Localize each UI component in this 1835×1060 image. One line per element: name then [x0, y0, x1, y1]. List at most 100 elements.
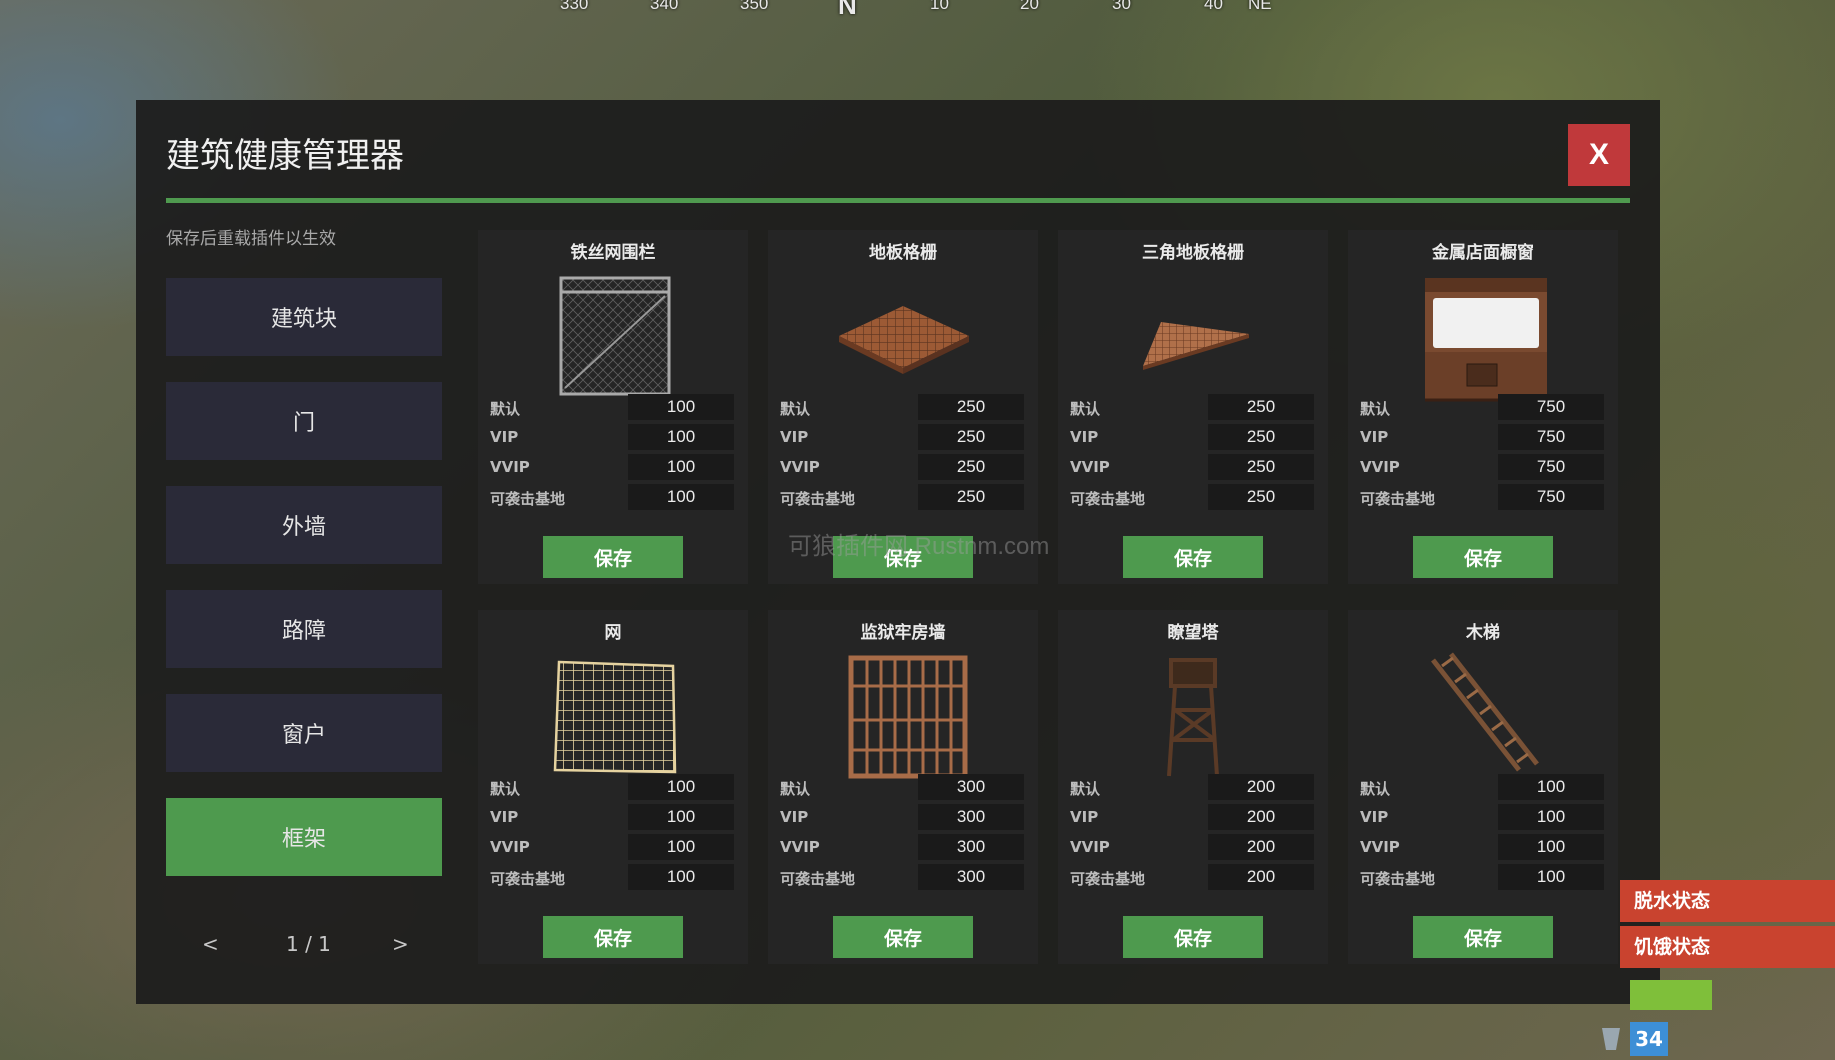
- compass-tick: 340: [650, 0, 679, 13]
- default-health-input[interactable]: 100: [628, 394, 734, 420]
- default-health-input[interactable]: 200: [1208, 774, 1314, 800]
- default-health-input[interactable]: 100: [628, 774, 734, 800]
- prison-cell-wall-icon: [848, 655, 968, 779]
- vip-health-input[interactable]: 200: [1208, 804, 1314, 830]
- default-health-input[interactable]: 250: [918, 394, 1024, 420]
- stat-label-vip: VIP: [1360, 808, 1389, 826]
- item-title: 网: [604, 623, 622, 643]
- item-title: 金属店面橱窗: [1432, 243, 1534, 263]
- sidebar-item-building-blocks[interactable]: 建筑块: [166, 278, 442, 356]
- default-health-input[interactable]: 250: [1208, 394, 1314, 420]
- triangle-floor-grill-icon: [1143, 322, 1249, 370]
- metal-shop-front-icon: [1425, 278, 1547, 402]
- stat-label-default: 默认: [1070, 780, 1101, 798]
- stat-label-vvip: VVIP: [1070, 838, 1110, 856]
- floor-grill-icon: [839, 306, 969, 374]
- save-button[interactable]: 保存: [543, 536, 683, 578]
- raidable-health-input[interactable]: 100: [628, 864, 734, 890]
- vvip-health-input[interactable]: 100: [628, 834, 734, 860]
- stat-label-raidable: 可袭击基地: [1360, 490, 1436, 508]
- save-button[interactable]: 保存: [1413, 536, 1553, 578]
- stat-label-default: 默认: [1070, 400, 1101, 418]
- compass-tick: NE: [1248, 0, 1272, 13]
- stat-label-default: 默认: [1360, 780, 1391, 798]
- stat-label-default: 默认: [490, 400, 521, 418]
- compass-bar: 330 340 350 N 10 20 30 40 NE: [540, 0, 1300, 24]
- default-health-input[interactable]: 750: [1498, 394, 1604, 420]
- sidebar-item-windows[interactable]: 窗户: [166, 694, 442, 772]
- raidable-health-input[interactable]: 750: [1498, 484, 1604, 510]
- raidable-health-input[interactable]: 100: [628, 484, 734, 510]
- item-card: 铁丝网围栏 默认 100 VIP 100 VVIP 100 可袭击基地 100 …: [478, 230, 748, 584]
- item-card: 瞭望塔 默认 200 VIP 200 VVIP 200 可袭击基地 200 保存: [1058, 610, 1328, 964]
- save-button[interactable]: 保存: [833, 916, 973, 958]
- stat-label-vvip: VVIP: [490, 458, 530, 476]
- raidable-health-input[interactable]: 200: [1208, 864, 1314, 890]
- vip-health-input[interactable]: 100: [628, 804, 734, 830]
- stat-label-vvip: VVIP: [780, 838, 820, 856]
- item-title: 监狱牢房墙: [860, 623, 946, 643]
- reload-hint: 保存后重载插件以生效: [166, 229, 336, 249]
- building-health-panel: 建筑健康管理器 X 保存后重载插件以生效 建筑块 门 外墙 路障 窗户 框架 <…: [136, 100, 1660, 1004]
- next-page-button[interactable]: >: [392, 932, 409, 956]
- vvip-health-input[interactable]: 200: [1208, 834, 1314, 860]
- stat-label-vvip: VVIP: [1070, 458, 1110, 476]
- vip-health-input[interactable]: 100: [1498, 804, 1604, 830]
- water-cup-icon: [1602, 1028, 1620, 1050]
- item-card: 三角地板格栅 默认 250 VIP 250 VVIP 250 可袭击基地 250…: [1058, 230, 1328, 584]
- default-health-input[interactable]: 300: [918, 774, 1024, 800]
- vvip-health-input[interactable]: 300: [918, 834, 1024, 860]
- vip-health-input[interactable]: 750: [1498, 424, 1604, 450]
- vvip-health-input[interactable]: 750: [1498, 454, 1604, 480]
- item-title: 木梯: [1466, 623, 1500, 643]
- compass-tick: 350: [740, 0, 769, 13]
- wooden-ladder-icon: [1431, 652, 1539, 772]
- close-button[interactable]: X: [1568, 124, 1630, 186]
- stat-label-vip: VIP: [1070, 808, 1099, 826]
- panel-title: 建筑健康管理器: [166, 136, 404, 176]
- vvip-health-input[interactable]: 100: [628, 454, 734, 480]
- save-button[interactable]: 保存: [1413, 916, 1553, 958]
- chainlink-fence-icon: [559, 276, 671, 396]
- compass-tick-north: N: [838, 0, 857, 20]
- stat-label-vvip: VVIP: [1360, 458, 1400, 476]
- item-title: 地板格栅: [869, 243, 937, 263]
- vvip-health-input[interactable]: 250: [1208, 454, 1314, 480]
- stat-label-vip: VIP: [490, 808, 519, 826]
- save-button[interactable]: 保存: [543, 916, 683, 958]
- vip-health-input[interactable]: 250: [1208, 424, 1314, 450]
- stat-label-default: 默认: [490, 780, 521, 798]
- sidebar-item-barricades[interactable]: 路障: [166, 590, 442, 668]
- sidebar-item-frames[interactable]: 框架: [166, 798, 442, 876]
- sidebar-item-doors[interactable]: 门: [166, 382, 442, 460]
- stat-label-raidable: 可袭击基地: [490, 490, 566, 508]
- stat-label-raidable: 可袭击基地: [490, 870, 566, 888]
- save-button[interactable]: 保存: [1123, 536, 1263, 578]
- raidable-health-input[interactable]: 250: [918, 484, 1024, 510]
- compass-tick: 10: [930, 0, 949, 13]
- vvip-health-input[interactable]: 250: [918, 454, 1024, 480]
- raidable-health-input[interactable]: 100: [1498, 864, 1604, 890]
- raidable-health-input[interactable]: 300: [918, 864, 1024, 890]
- stat-label-raidable: 可袭击基地: [1070, 870, 1146, 888]
- save-button[interactable]: 保存: [1123, 916, 1263, 958]
- stat-label-vip: VIP: [780, 428, 809, 446]
- health-bar: [1630, 980, 1712, 1010]
- vvip-health-input[interactable]: 100: [1498, 834, 1604, 860]
- stat-label-raidable: 可袭击基地: [780, 490, 856, 508]
- vip-health-input[interactable]: 250: [918, 424, 1024, 450]
- stat-label-default: 默认: [780, 400, 811, 418]
- vip-health-input[interactable]: 100: [628, 424, 734, 450]
- item-title: 三角地板格栅: [1142, 243, 1244, 263]
- compass-tick: 330: [560, 0, 589, 13]
- stat-label-raidable: 可袭击基地: [1360, 870, 1436, 888]
- vip-health-input[interactable]: 300: [918, 804, 1024, 830]
- stat-label-raidable: 可袭击基地: [780, 870, 856, 888]
- netting-icon: [553, 660, 677, 774]
- hunger-status-bar: 饥饿状态: [1620, 926, 1835, 968]
- sidebar-item-external-walls[interactable]: 外墙: [166, 486, 442, 564]
- prev-page-button[interactable]: <: [202, 932, 219, 956]
- raidable-health-input[interactable]: 250: [1208, 484, 1314, 510]
- default-health-input[interactable]: 100: [1498, 774, 1604, 800]
- compass-tick: 40: [1204, 0, 1223, 13]
